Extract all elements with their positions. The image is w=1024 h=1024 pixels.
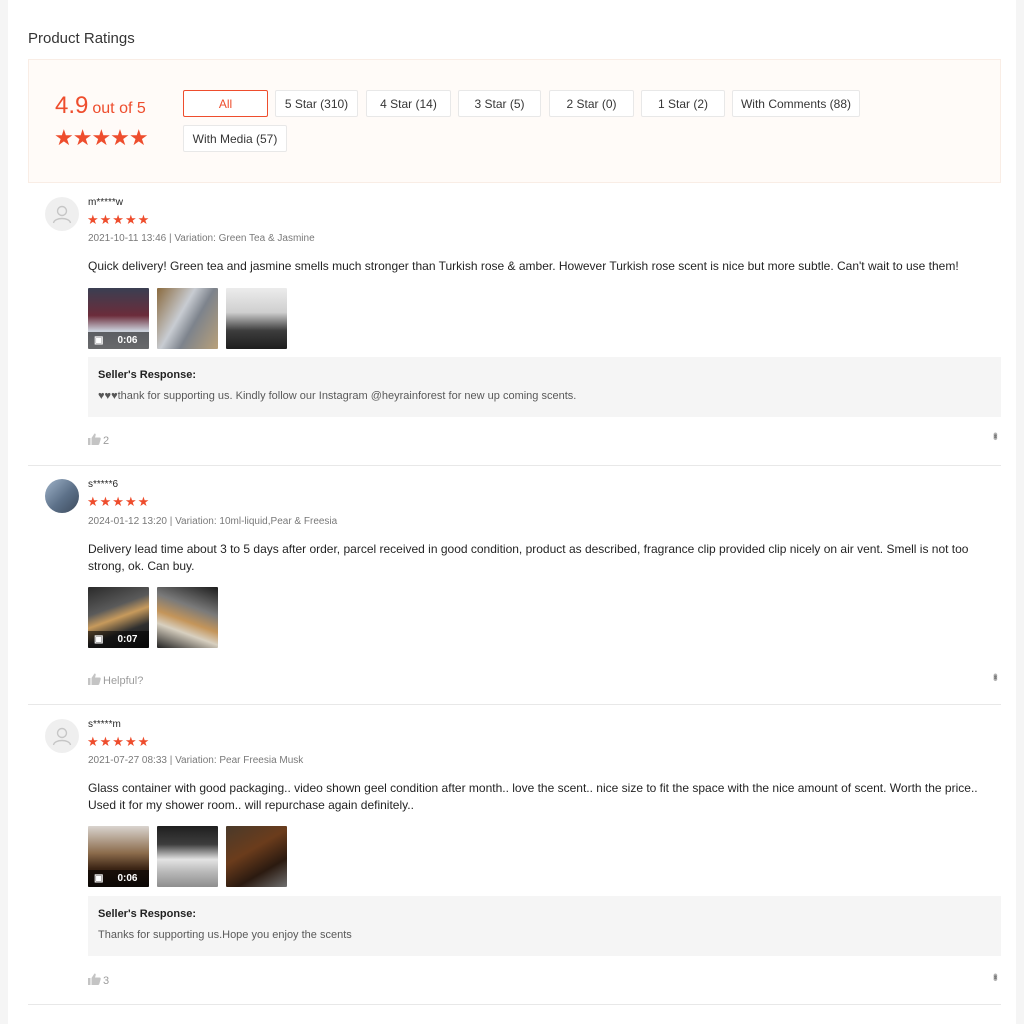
review-meta: 2021-07-27 08:33 | Variation: Pear Frees… [88, 755, 304, 766]
reviewer-username[interactable]: s*****6 [88, 479, 118, 490]
review-image-thumb[interactable] [226, 826, 287, 887]
review-media: ▣ 0:07 [88, 587, 218, 648]
filter-3-star[interactable]: 3 Star (5) [458, 90, 541, 117]
video-bar: ▣ 0:07 [88, 631, 149, 648]
avatar[interactable] [45, 719, 79, 753]
thumbs-up-icon [88, 433, 101, 448]
video-bar: ▣ 0:06 [88, 332, 149, 349]
like-count: 3 [103, 974, 110, 987]
reviewer-username[interactable]: s*****m [88, 719, 121, 730]
user-placeholder-icon [52, 205, 72, 224]
video-bar: ▣ 0:06 [88, 870, 149, 887]
avatar[interactable] [45, 479, 79, 513]
seller-response: Seller's Response: ♥♥♥thank for supporti… [88, 357, 1001, 417]
more-options-icon[interactable]: ••• [988, 673, 1004, 679]
review-image-thumb[interactable] [226, 288, 287, 349]
review-stars: ★★★★★ [87, 734, 151, 749]
review-stars: ★★★★★ [87, 212, 151, 227]
like-count: 2 [103, 434, 110, 447]
video-duration: 0:06 [117, 873, 138, 884]
like-button[interactable]: 3 [88, 973, 109, 988]
rating-score-suffix: out of 5 [92, 100, 146, 117]
reviewer-username[interactable]: m*****w [88, 197, 123, 208]
filter-all[interactable]: All [183, 90, 268, 117]
helpful-label: Helpful? [103, 674, 144, 687]
review-comment: Glass container with good packaging.. vi… [88, 781, 978, 812]
like-button[interactable]: 2 [88, 433, 109, 448]
filter-with-media[interactable]: With Media (57) [183, 125, 287, 152]
review-comment: Delivery lead time about 3 to 5 days aft… [88, 542, 969, 573]
avatar[interactable] [45, 197, 79, 231]
video-camera-icon: ▣ [94, 634, 104, 645]
seller-response-text: ♥♥♥thank for supporting us. Kindly follo… [98, 390, 577, 402]
review-meta: 2024-01-12 13:20 | Variation: 10ml-liqui… [88, 516, 338, 527]
video-camera-icon: ▣ [94, 873, 104, 884]
review-meta: 2021-10-11 13:46 | Variation: Green Tea … [88, 233, 315, 244]
seller-response: Seller's Response: Thanks for supporting… [88, 896, 1001, 956]
video-camera-icon: ▣ [94, 335, 104, 346]
review-video-thumb[interactable]: ▣ 0:06 [88, 826, 149, 887]
review-media: ▣ 0:06 [88, 826, 287, 887]
filter-5-star[interactable]: 5 Star (310) [275, 90, 358, 117]
rating-score-value: 4.9 [55, 92, 89, 119]
more-options-icon[interactable]: ••• [988, 973, 1004, 979]
filter-with-comments[interactable]: With Comments (88) [732, 90, 860, 117]
review-video-thumb[interactable]: ▣ 0:07 [88, 587, 149, 648]
review-image-thumb[interactable] [157, 587, 218, 648]
review-item: s*****6 ★★★★★ 2024-01-12 13:20 | Variati… [28, 466, 1004, 705]
section-title: Product Ratings [28, 30, 135, 47]
seller-response-label: Seller's Response: [98, 908, 196, 920]
review-item: m*****w ★★★★★ 2021-10-11 13:46 | Variati… [28, 183, 1004, 466]
review-comment: Quick delivery! Green tea and jasmine sm… [88, 259, 959, 273]
review-stars: ★★★★★ [87, 494, 151, 509]
review-image-thumb[interactable] [157, 826, 218, 887]
filter-4-star[interactable]: 4 Star (14) [366, 90, 451, 117]
more-options-icon[interactable]: ••• [988, 432, 1004, 438]
review-image-thumb[interactable] [157, 288, 218, 349]
video-duration: 0:07 [117, 634, 138, 645]
review-media: ▣ 0:06 [88, 288, 287, 349]
filter-1-star[interactable]: 1 Star (2) [641, 90, 725, 117]
thumbs-up-icon [88, 973, 101, 988]
rating-overview: 4.9 out of 5 ★★★★★ All 5 Star (310) 4 Sta… [28, 59, 1001, 183]
product-ratings-panel: Product Ratings 4.9 out of 5 ★★★★★ All 5 … [8, 0, 1016, 1024]
filter-2-star[interactable]: 2 Star (0) [549, 90, 634, 117]
user-placeholder-icon [52, 727, 72, 746]
review-item: s*****m ★★★★★ 2021-07-27 08:33 | Variati… [28, 705, 1004, 1005]
seller-response-text: Thanks for supporting us.Hope you enjoy … [98, 929, 352, 941]
thumbs-up-icon [88, 673, 101, 688]
video-duration: 0:06 [117, 335, 138, 346]
rating-stars: ★★★★★ [54, 125, 149, 150]
helpful-button[interactable]: Helpful? [88, 673, 143, 688]
seller-response-label: Seller's Response: [98, 369, 196, 381]
rating-score: 4.9 out of 5 [55, 92, 146, 120]
review-video-thumb[interactable]: ▣ 0:06 [88, 288, 149, 349]
